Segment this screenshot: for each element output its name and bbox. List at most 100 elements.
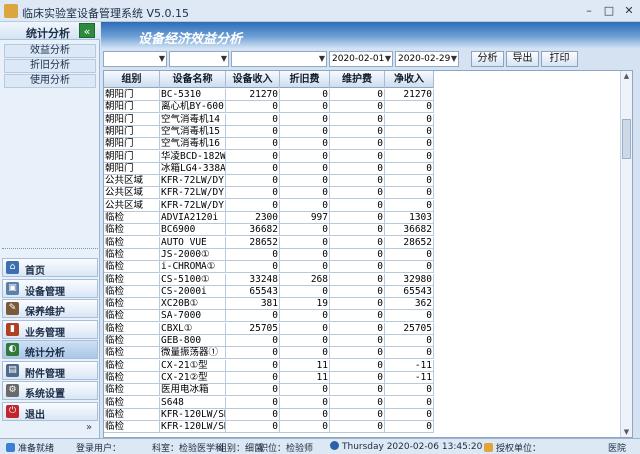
date-from-picker[interactable]: 2020-02-01 ▼ xyxy=(329,51,393,67)
nav-item-label: 保养维护 xyxy=(25,307,65,318)
cell-maintenance: 0 xyxy=(330,175,385,188)
table-row[interactable]: 朝阳门 冰箱LG4-338A 0 0 0 0 xyxy=(104,162,434,175)
cell-device-name: CX-21①型 xyxy=(160,359,226,372)
results-table[interactable]: 组别 设备名称 设备收入 折旧费 维护费 净收入 朝阳门 BC-5310 21270… xyxy=(103,70,633,438)
cell-net-income: 0 xyxy=(385,384,434,397)
bar-chart-icon: ▮ xyxy=(6,322,19,336)
cell-income: 36682 xyxy=(226,224,280,237)
cell-device-name: 空气消毒机14 xyxy=(160,113,226,126)
table-row[interactable]: 临检 SA-7000 0 0 0 0 xyxy=(104,310,434,323)
scrollbar-thumb[interactable] xyxy=(622,119,631,159)
cell-net-income: 0 xyxy=(385,347,434,360)
column-header-depreciation[interactable]: 折旧费 xyxy=(280,71,330,88)
table-row[interactable]: 公共区域 KFR-72LW/DY- 0 0 0 0 xyxy=(104,199,434,212)
cell-group: 临检 xyxy=(104,408,160,421)
table-row[interactable]: 临检 微量振荡器① 0 0 0 0 xyxy=(104,347,434,360)
nav-item-exit[interactable]: ⏻ 退出 xyxy=(2,401,98,421)
group-select[interactable]: ▼ xyxy=(103,51,167,67)
table-row[interactable]: 临检 CBXL① 25705 0 0 25705 xyxy=(104,322,434,335)
cell-income: 2300 xyxy=(226,212,280,224)
cell-group: 朝阳门 xyxy=(104,138,160,151)
table-row[interactable]: 朝阳门 空气消毒机16 0 0 0 0 xyxy=(104,138,434,151)
cell-net-income: 36682 xyxy=(385,224,434,237)
table-row[interactable]: 临检 S648 0 0 0 0 xyxy=(104,396,434,409)
cell-group: 临检 xyxy=(104,273,160,286)
device-select[interactable]: ▼ xyxy=(231,51,327,67)
nav-item-bar-chart[interactable]: ▮ 业务管理 xyxy=(2,319,98,339)
column-header-income[interactable]: 设备收入 xyxy=(226,71,280,88)
nav-item-label: 业务管理 xyxy=(25,327,65,339)
column-header-maintenance[interactable]: 维护费 xyxy=(330,71,385,88)
vertical-scrollbar[interactable]: ▲ ▼ xyxy=(620,71,632,437)
cell-maintenance: 0 xyxy=(330,322,385,335)
cell-depreciation: 0 xyxy=(280,421,330,434)
cell-income: 0 xyxy=(226,335,280,347)
table-row[interactable]: 公共区域 KFR-72LW/DY- 0 0 0 0 xyxy=(104,187,434,200)
table-row[interactable]: 朝阳门 空气消毒机14 0 0 0 0 xyxy=(104,113,434,126)
table-row[interactable]: 临检 AUTO VUE 28652 0 0 28652 xyxy=(104,236,434,249)
nav-item-home[interactable]: ⌂ 首页 xyxy=(2,258,98,277)
date-to-picker[interactable]: 2020-02-29 ▼ xyxy=(395,51,459,67)
collapse-sidebar-button[interactable]: « xyxy=(79,23,95,38)
nav-item-settings[interactable]: ⚙ 系统设置 xyxy=(2,381,98,400)
export-button[interactable]: 导出 xyxy=(506,51,539,67)
cell-group: 临检 xyxy=(104,359,160,372)
nav-item-chart[interactable]: ◐ 统计分析 xyxy=(2,340,98,359)
table-row[interactable]: 朝阳门 离心机BY-600 0 0 0 0 xyxy=(104,101,434,114)
table-row[interactable]: 临检 KFR-120LW/SD 0 0 0 0 xyxy=(104,408,434,421)
subitem-depreciation-analysis[interactable]: 折旧分析 xyxy=(4,59,96,73)
table-row[interactable]: 临检 CS-5100① 33248 268 0 32980 xyxy=(104,273,434,286)
cell-income: 0 xyxy=(226,113,280,126)
cell-device-name: CX-21②型 xyxy=(160,371,226,384)
column-header-group[interactable]: 组别 xyxy=(104,71,160,88)
table-row[interactable]: 临检 CX-21②型 0 11 0 -11 xyxy=(104,371,434,384)
subitem-benefit-analysis[interactable]: 效益分析 xyxy=(4,44,96,58)
cell-depreciation: 268 xyxy=(280,273,330,286)
table-row[interactable]: 朝阳门 华凌BCD-182W 0 0 0 0 xyxy=(104,150,434,163)
table-row[interactable]: 临检 i-CHROMA① 0 0 0 0 xyxy=(104,261,434,274)
scroll-up-icon[interactable]: ▲ xyxy=(622,71,631,81)
table-row[interactable]: 临检 CS-2000i 65543 0 0 65543 xyxy=(104,285,434,298)
nav-item-label: 统计分析 xyxy=(25,348,65,359)
maximize-button[interactable]: □ xyxy=(602,4,616,18)
cell-group: 朝阳门 xyxy=(104,101,160,114)
print-button[interactable]: 打印 xyxy=(541,51,578,67)
category-select[interactable]: ▼ xyxy=(169,51,229,67)
table-row[interactable]: 临检 GEB-800 0 0 0 0 xyxy=(104,335,434,347)
table-row[interactable]: 临检 BC6900 36682 0 0 36682 xyxy=(104,224,434,237)
cell-depreciation: 0 xyxy=(280,322,330,335)
cell-depreciation: 19 xyxy=(280,298,330,311)
nav-item-wrench[interactable]: ✎ 保养维护 xyxy=(2,299,98,318)
table-row[interactable]: 临检 KFR-120LW/SD 0 0 0 0 xyxy=(104,421,434,434)
cell-depreciation: 0 xyxy=(280,396,330,409)
table-row[interactable]: 公共区域 KFR-72LW/DY- 0 0 0 0 xyxy=(104,175,434,188)
cell-net-income: 0 xyxy=(385,138,434,151)
table-row[interactable]: 朝阳门 空气消毒机15 0 0 0 0 xyxy=(104,125,434,138)
table-row[interactable]: 临检 CX-21①型 0 11 0 -11 xyxy=(104,359,434,372)
cell-depreciation: 0 xyxy=(280,138,330,151)
table-row[interactable]: 临检 ADVIA2120i 2300 997 0 1303 xyxy=(104,212,434,224)
minimize-button[interactable]: – xyxy=(582,4,596,18)
cell-depreciation: 0 xyxy=(280,199,330,212)
analyze-button[interactable]: 分析 xyxy=(471,51,504,67)
column-header-net-income[interactable]: 净收入 xyxy=(385,71,434,88)
cell-income: 0 xyxy=(226,175,280,188)
nav-item-attachment[interactable]: ▤ 附件管理 xyxy=(2,360,98,380)
sidebar-splitter[interactable] xyxy=(2,248,98,252)
table-row[interactable]: 临检 XC20B① 381 19 0 362 xyxy=(104,298,434,311)
cell-device-name: CS-5100① xyxy=(160,273,226,286)
cell-maintenance: 0 xyxy=(330,162,385,175)
close-button[interactable]: ✕ xyxy=(622,4,636,18)
table-row[interactable]: 临检 医用电冰箱 0 0 0 0 xyxy=(104,384,434,397)
scroll-down-icon[interactable]: ▼ xyxy=(622,427,631,437)
cell-depreciation: 0 xyxy=(280,261,330,274)
column-header-device-name[interactable]: 设备名称 xyxy=(160,71,226,88)
status-datetime-text: Thursday 2020-02-06 13:45:20 xyxy=(342,442,483,452)
more-nav-icon[interactable]: » xyxy=(86,422,92,433)
cell-maintenance: 0 xyxy=(330,335,385,347)
subitem-usage-analysis[interactable]: 使用分析 xyxy=(4,74,96,88)
cell-device-name: KFR-72LW/DY- xyxy=(160,187,226,200)
table-row[interactable]: 朝阳门 BC-5310 21270 0 0 21270 xyxy=(104,89,434,101)
table-row[interactable]: 临检 JS-2000① 0 0 0 0 xyxy=(104,248,434,261)
nav-item-device[interactable]: ▣ 设备管理 xyxy=(2,278,98,298)
